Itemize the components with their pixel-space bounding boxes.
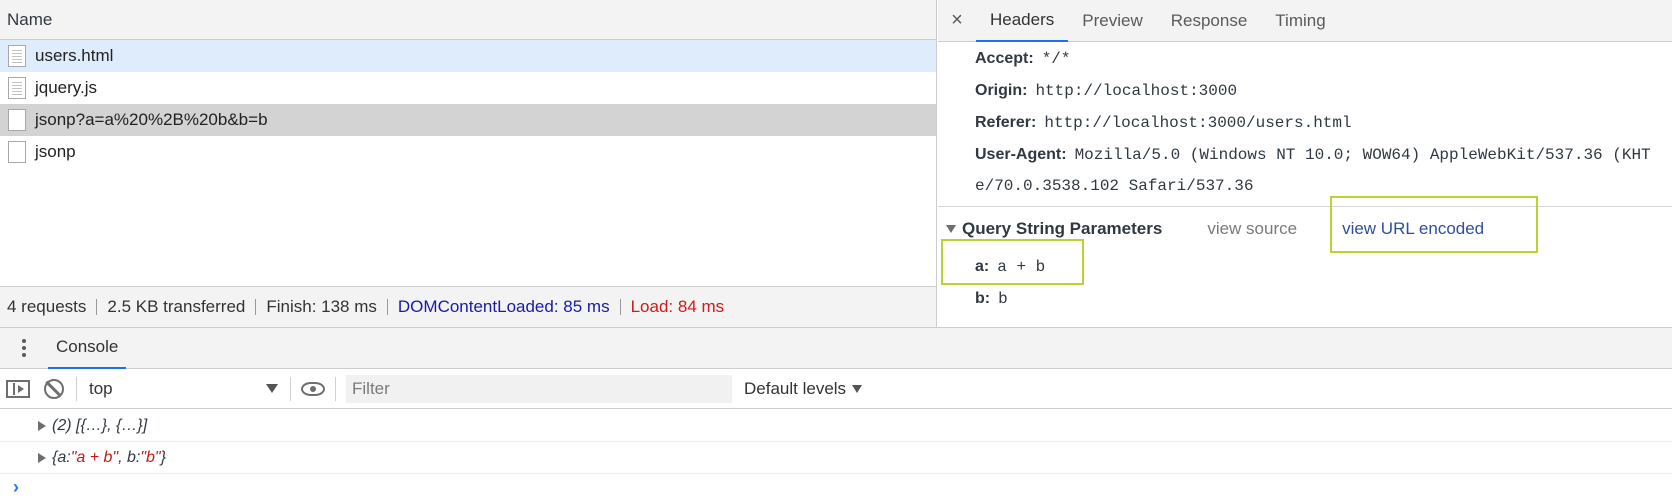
console-message-array[interactable]: (2) [{…}, {…}] xyxy=(0,410,1672,442)
request-list: users.html jquery.js jsonp?a=a%20%2B%20b… xyxy=(0,40,936,168)
drawer-tab-bar: Console xyxy=(0,327,1672,369)
collapse-triangle-icon[interactable] xyxy=(946,225,956,233)
name-column-header[interactable]: Name xyxy=(0,0,936,40)
status-divider xyxy=(96,299,98,315)
console-message-text: (2) [{…}, {…}] xyxy=(52,416,148,434)
header-user-agent: User-Agent: Mozilla/5.0 (Windows NT 10.0… xyxy=(938,139,1672,171)
finish-time: Finish: 138 ms xyxy=(266,297,377,316)
param-key: a: xyxy=(975,258,990,275)
param-key: b: xyxy=(975,290,991,307)
toolbar-divider xyxy=(335,376,336,401)
name-column-label: Name xyxy=(7,9,53,29)
expand-triangle-icon[interactable] xyxy=(38,452,46,463)
console-message-object[interactable]: {a: "a + b", b: "b"} xyxy=(0,442,1672,474)
tab-response[interactable]: Response xyxy=(1157,0,1262,42)
request-row-jsonp-query[interactable]: jsonp?a=a%20%2B%20b&b=b xyxy=(0,104,936,136)
eye-icon xyxy=(301,381,325,396)
header-value: */* xyxy=(1041,50,1071,68)
blank-file-icon xyxy=(8,141,26,163)
console-prompt[interactable]: › xyxy=(0,474,1672,496)
object-mid: , b: xyxy=(118,448,141,466)
log-levels-label: Default levels xyxy=(744,378,847,398)
param-value: a + b xyxy=(997,258,1046,276)
chevron-down-icon xyxy=(852,384,863,393)
header-key: Origin: xyxy=(975,82,1028,99)
request-name: jquery.js xyxy=(35,78,98,97)
header-value: Mozilla/5.0 (Windows NT 10.0; WOW64) App… xyxy=(1074,146,1651,164)
blank-file-icon xyxy=(8,109,26,131)
request-row-jquery-js[interactable]: jquery.js xyxy=(0,72,936,104)
query-param-a: a: a + b xyxy=(938,251,1672,283)
request-headers-list: Accept: */* Origin: http://localhost:300… xyxy=(938,43,1672,201)
object-prefix: {a: xyxy=(52,448,71,466)
details-tab-bar: × Headers Preview Response Timing xyxy=(938,0,1672,42)
header-origin: Origin: http://localhost:3000 xyxy=(938,75,1672,107)
tab-console[interactable]: Console xyxy=(48,327,127,369)
query-param-b: b: b xyxy=(938,283,1672,315)
prompt-chevron-icon: › xyxy=(13,476,19,496)
status-divider xyxy=(386,299,388,315)
user-agent-continuation: e/70.0.3538.102 Safari/537.36 xyxy=(975,177,1254,195)
clear-console-button[interactable] xyxy=(36,369,72,409)
header-key: Accept: xyxy=(975,50,1034,67)
request-details-panel: × Headers Preview Response Timing Accept… xyxy=(938,0,1672,327)
header-key: User-Agent: xyxy=(975,146,1067,163)
transferred-size: 2.5 KB transferred xyxy=(107,297,246,316)
close-icon[interactable]: × xyxy=(938,9,976,32)
query-string-parameters-section: Query String Parameters view source view… xyxy=(938,206,1672,315)
more-options-icon[interactable] xyxy=(0,339,48,357)
log-levels-dropdown[interactable]: Default levels xyxy=(744,378,863,399)
context-value: top xyxy=(89,378,113,398)
request-row-jsonp[interactable]: jsonp xyxy=(0,136,936,168)
filter-input[interactable] xyxy=(346,374,732,403)
status-divider xyxy=(619,299,621,315)
header-accept: Accept: */* xyxy=(938,43,1672,75)
tab-preview[interactable]: Preview xyxy=(1068,0,1156,42)
header-value: http://localhost:3000/users.html xyxy=(1044,114,1352,132)
context-selector[interactable]: top xyxy=(81,374,286,404)
toolbar-divider xyxy=(290,376,291,401)
view-url-encoded-link[interactable]: view URL encoded xyxy=(1342,219,1484,239)
request-count: 4 requests xyxy=(7,297,87,316)
document-icon xyxy=(8,45,26,67)
clear-icon xyxy=(44,378,64,399)
query-string-title: Query String Parameters xyxy=(962,219,1163,238)
query-string-header[interactable]: Query String Parameters view source view… xyxy=(938,207,1672,251)
chevron-down-icon xyxy=(266,384,278,393)
param-value: b xyxy=(998,290,1008,308)
dom-content-loaded-time: DOMContentLoaded: 85 ms xyxy=(397,297,610,316)
request-name: users.html xyxy=(35,46,114,65)
console-output: (2) [{…}, {…}] {a: "a + b", b: "b"} › xyxy=(0,410,1672,496)
object-suffix: } xyxy=(160,448,166,466)
request-row-users-html[interactable]: users.html xyxy=(0,40,936,72)
expand-triangle-icon[interactable] xyxy=(38,420,46,431)
view-source-link[interactable]: view source xyxy=(1207,219,1297,239)
request-name: jsonp xyxy=(35,142,76,161)
status-divider xyxy=(255,299,257,315)
object-value-b: "b" xyxy=(140,448,161,466)
request-name: jsonp?a=a%20%2B%20b&b=b xyxy=(35,110,268,129)
console-toolbar: top Default levels xyxy=(0,369,1672,409)
toolbar-divider xyxy=(76,376,77,401)
show-sidebar-button[interactable] xyxy=(0,369,36,409)
sidebar-toggle-icon xyxy=(6,379,30,398)
header-value: http://localhost:3000 xyxy=(1035,82,1238,100)
header-referer: Referer: http://localhost:3000/users.htm… xyxy=(938,107,1672,139)
live-expression-button[interactable] xyxy=(295,369,331,409)
network-status-bar: 4 requests 2.5 KB transferred Finish: 13… xyxy=(0,286,936,327)
load-time: Load: 84 ms xyxy=(630,297,725,316)
document-icon xyxy=(8,77,26,99)
object-value-a: "a + b" xyxy=(70,448,119,466)
tab-headers[interactable]: Headers xyxy=(976,0,1069,42)
tab-timing[interactable]: Timing xyxy=(1261,0,1339,42)
header-key: Referer: xyxy=(975,114,1037,131)
network-request-panel: Name users.html jquery.js jsonp?a=a%20%2… xyxy=(0,0,937,327)
